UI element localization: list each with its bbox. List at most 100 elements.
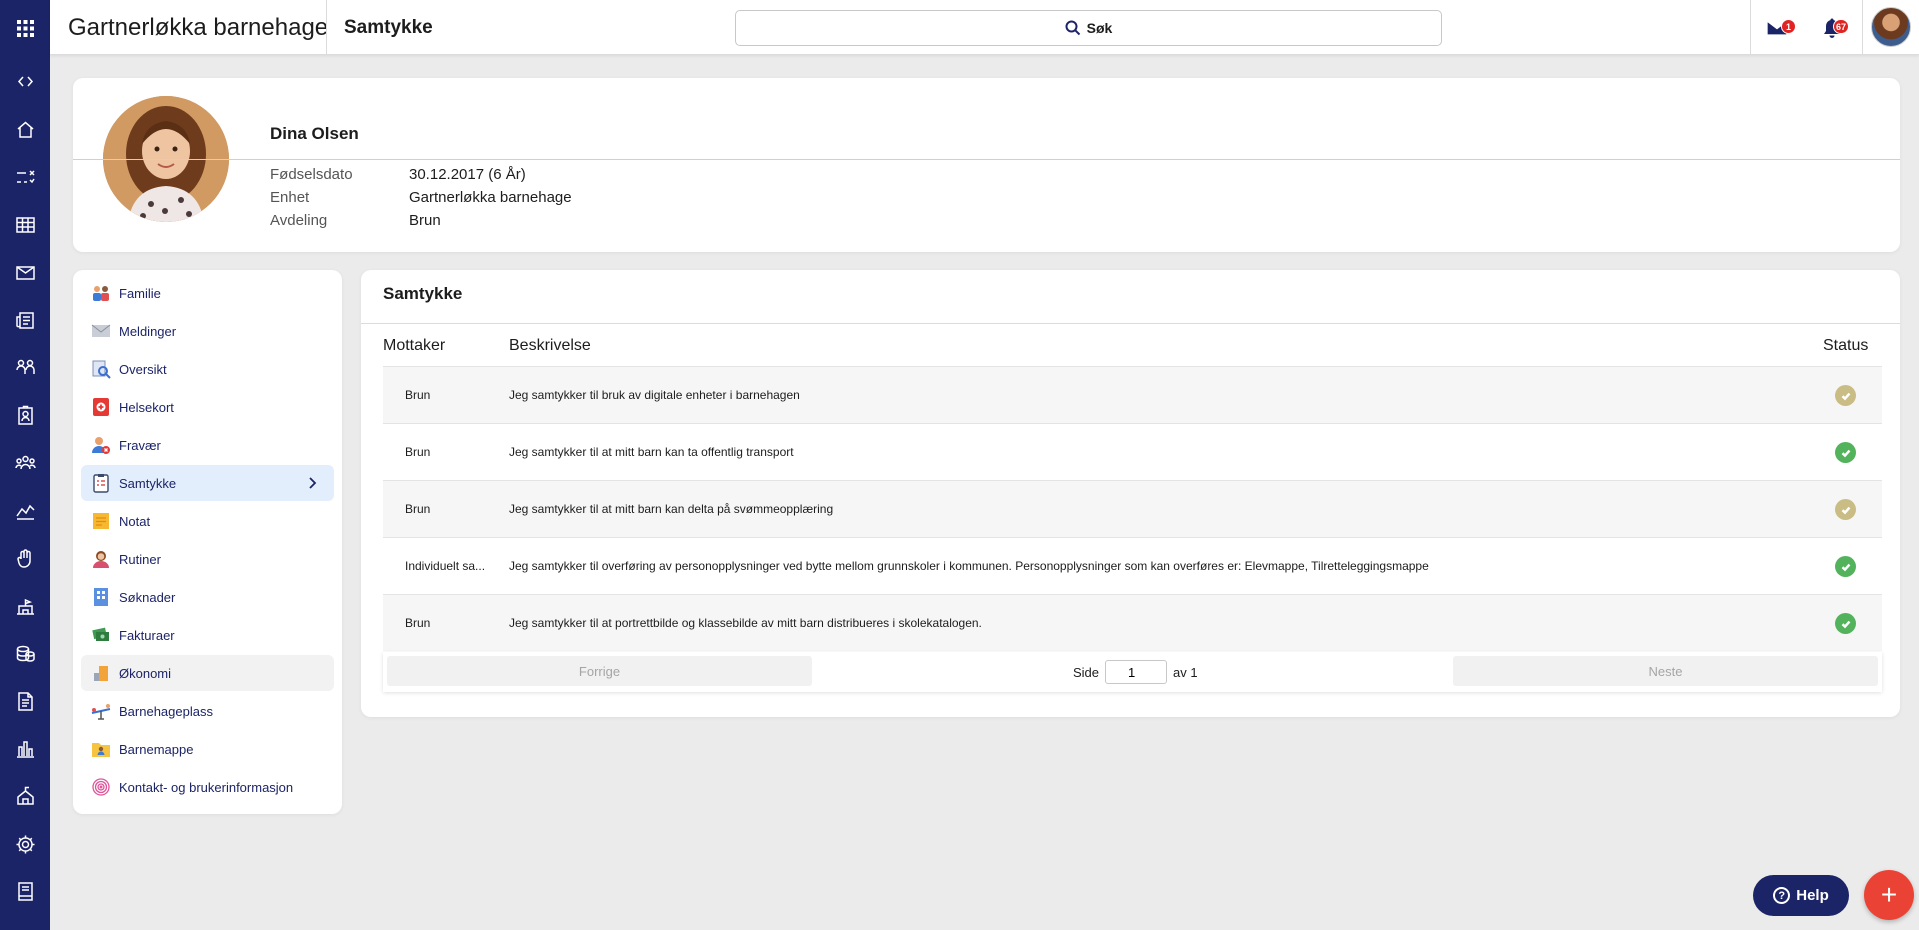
column-header-status[interactable]: Status xyxy=(1823,337,1868,355)
menu-item-kontakt-og-brukerinformasjon[interactable]: Kontakt- og brukerinformasjon xyxy=(81,769,334,805)
search-input[interactable]: Søk xyxy=(735,10,1442,46)
pagination: Forrige Side av 1 Neste xyxy=(383,652,1882,692)
top-bar: Gartnerløkka barnehage Samtykke Søk 1 67 xyxy=(50,0,1919,55)
menu-item-label: Fravær xyxy=(119,437,161,453)
people-icon[interactable] xyxy=(10,448,40,478)
column-header-recipient[interactable]: Mottaker xyxy=(383,337,445,355)
badge-icon[interactable] xyxy=(10,400,40,430)
table-header: Mottaker Beskrivelse Status xyxy=(383,328,1882,366)
field-label: Avdeling xyxy=(270,212,328,229)
book-icon[interactable] xyxy=(10,876,40,906)
menu-item-label: Rutiner xyxy=(119,551,161,567)
menu-item-oversikt[interactable]: Oversikt xyxy=(81,351,334,387)
plus-icon: + xyxy=(1880,879,1898,910)
status-approved-icon xyxy=(1835,442,1856,463)
menu-item-label: Økonomi xyxy=(119,665,172,681)
consent-clipboard-icon xyxy=(91,473,111,493)
table-row[interactable]: Brun Jeg samtykker til at mitt barn kan … xyxy=(383,423,1882,480)
child-profile-card: Dina Olsen Fødselsdato 30.12.2017 (6 År)… xyxy=(73,78,1900,252)
collapse-toggle-icon[interactable] xyxy=(10,66,40,96)
status-approved-icon xyxy=(1835,556,1856,577)
description-cell: Jeg samtykker til at portrettbilde og kl… xyxy=(509,616,982,630)
help-label: Help xyxy=(1796,887,1829,904)
menu-item-fakturaer[interactable]: Fakturaer xyxy=(81,617,334,653)
tasks-icon[interactable] xyxy=(10,162,40,192)
field-label: Enhet xyxy=(270,189,310,206)
apps-grid-icon[interactable] xyxy=(10,13,40,43)
consent-title: Samtykke xyxy=(383,284,463,303)
user-avatar[interactable] xyxy=(1871,7,1911,47)
menu-item-meldinger[interactable]: Meldinger xyxy=(81,313,334,349)
table-row[interactable]: Brun Jeg samtykker til at mitt barn kan … xyxy=(383,480,1882,537)
overview-icon xyxy=(91,359,111,379)
mail-icon[interactable] xyxy=(10,257,40,287)
chart-icon[interactable] xyxy=(10,733,40,763)
economy-icon xyxy=(91,663,111,683)
applications-icon xyxy=(91,587,111,607)
hand-icon[interactable] xyxy=(10,543,40,573)
page-total-label: av 1 xyxy=(1173,664,1198,680)
building-icon[interactable] xyxy=(10,781,40,811)
column-header-description[interactable]: Beskrivelse xyxy=(509,337,591,355)
kindergarten-place-icon xyxy=(91,701,111,721)
groups-icon[interactable] xyxy=(10,352,40,382)
next-page-button[interactable]: Neste xyxy=(1453,656,1878,686)
menu-item-fravaer[interactable]: Fravær xyxy=(81,427,334,463)
health-card-icon xyxy=(91,397,111,417)
field-value: Brun xyxy=(409,212,441,229)
app-title[interactable]: Gartnerløkka barnehage xyxy=(68,0,328,55)
menu-item-familie[interactable]: Familie xyxy=(81,275,334,311)
table-row[interactable]: Brun Jeg samtykker til bruk av digitale … xyxy=(383,366,1882,423)
menu-item-label: Barnehageplass xyxy=(119,703,213,719)
table-row[interactable]: Individuelt sa... Jeg samtykker til over… xyxy=(383,537,1882,594)
coins-icon[interactable] xyxy=(10,638,40,668)
news-icon[interactable] xyxy=(10,305,40,335)
description-cell: Jeg samtykker til at mitt barn kan delta… xyxy=(509,502,834,516)
previous-page-button[interactable]: Forrige xyxy=(387,656,812,686)
page-indicator: Side av 1 xyxy=(1073,658,1198,686)
help-button[interactable]: ? Help xyxy=(1753,875,1849,916)
search-icon xyxy=(1065,20,1080,36)
menu-item-label: Fakturaer xyxy=(119,627,175,643)
child-name: Dina Olsen xyxy=(270,124,359,143)
document-icon[interactable] xyxy=(10,686,40,716)
add-button[interactable]: + xyxy=(1864,870,1914,920)
recipient-cell: Brun xyxy=(405,502,431,516)
notifications-badge: 67 xyxy=(1833,19,1850,34)
recipient-cell: Individuelt sa... xyxy=(405,559,486,573)
menu-item-okonomi[interactable]: Økonomi xyxy=(81,655,334,691)
status-pending-icon xyxy=(1835,499,1856,520)
header-divider xyxy=(1862,0,1863,55)
settings-icon[interactable] xyxy=(10,829,40,859)
activity-icon[interactable] xyxy=(10,495,40,525)
menu-item-barnehageplass[interactable]: Barnehageplass xyxy=(81,693,334,729)
recipient-cell: Brun xyxy=(405,445,431,459)
invoices-icon xyxy=(91,625,111,645)
menu-item-samtykke[interactable]: Samtykke xyxy=(81,465,334,501)
school-icon[interactable] xyxy=(10,591,40,621)
status-approved-icon xyxy=(1835,613,1856,634)
question-icon: ? xyxy=(1773,887,1791,904)
recipient-cell: Brun xyxy=(405,616,431,630)
page-label: Side xyxy=(1073,664,1100,680)
menu-item-label: Barnemappe xyxy=(119,741,194,757)
header-divider xyxy=(1750,0,1751,55)
menu-item-helsekort[interactable]: Helsekort xyxy=(81,389,334,425)
recipient-cell: Brun xyxy=(405,388,431,402)
menu-item-label: Kontakt- og brukerinformasjon xyxy=(119,779,294,795)
routines-icon xyxy=(91,549,111,569)
table-row[interactable]: Brun Jeg samtykker til at portrettbilde … xyxy=(383,594,1882,651)
status-pending-icon xyxy=(1835,385,1856,406)
child-folder-icon xyxy=(91,739,111,759)
calendar-icon[interactable] xyxy=(10,209,40,239)
absence-icon xyxy=(91,435,111,455)
home-icon[interactable] xyxy=(10,114,40,144)
menu-item-barnemappe[interactable]: Barnemappe xyxy=(81,731,334,767)
menu-item-notat[interactable]: Notat xyxy=(81,503,334,539)
menu-item-rutiner[interactable]: Rutiner xyxy=(81,541,334,577)
menu-item-soknader[interactable]: Søknader xyxy=(81,579,334,615)
page-number-input[interactable] xyxy=(1105,660,1168,684)
consent-panel: Samtykke Mottaker Beskrivelse Status Bru… xyxy=(361,270,1900,717)
field-value: 30.12.2017 (6 År) xyxy=(409,166,526,183)
menu-item-label: Meldinger xyxy=(119,323,177,339)
